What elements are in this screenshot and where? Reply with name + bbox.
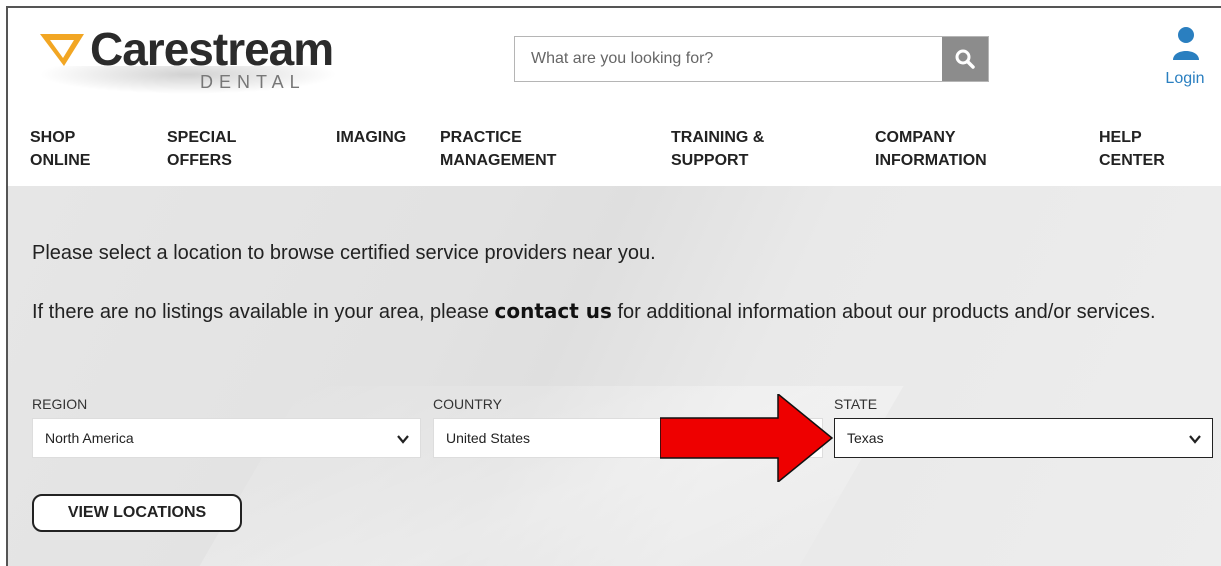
carestream-logo[interactable]: Carestream DENTAL: [38, 18, 338, 94]
region-select[interactable]: North America: [32, 418, 421, 458]
search-bar: [514, 36, 989, 82]
red-arrow-icon: [660, 394, 834, 482]
contact-us-link[interactable]: contact us: [495, 299, 612, 323]
nav-company-information[interactable]: COMPANY INFORMATION: [875, 126, 987, 172]
main-nav: SHOP ONLINE SPECIAL OFFERS IMAGING PRACT…: [0, 126, 1221, 184]
logo-mark-icon: [40, 34, 84, 66]
logo-subtext: DENTAL: [200, 72, 306, 92]
country-label: COUNTRY: [433, 396, 502, 412]
user-icon: [1173, 27, 1199, 60]
nav-training-support[interactable]: TRAINING & SUPPORT: [671, 126, 764, 172]
state-label: STATE: [834, 396, 878, 412]
nav-help-center[interactable]: HELP CENTER: [1099, 126, 1165, 172]
search-input[interactable]: [515, 37, 943, 81]
view-locations-button[interactable]: VIEW LOCATIONS: [32, 494, 242, 532]
nav-special-offers[interactable]: SPECIAL OFFERS: [167, 126, 236, 172]
nav-shop-online[interactable]: SHOP ONLINE: [30, 126, 90, 172]
intro-text: Please select a location to browse certi…: [32, 242, 656, 264]
logo-text: Carestream: [90, 23, 334, 75]
search-icon: [955, 49, 975, 69]
state-select-value: Texas: [847, 430, 884, 446]
country-select-value: United States: [446, 430, 531, 446]
search-button[interactable]: [942, 37, 988, 81]
region-label: REGION: [32, 396, 88, 412]
nav-imaging[interactable]: IMAGING: [336, 126, 406, 149]
location-selector-section: Please select a location to browse certi…: [8, 186, 1221, 566]
no-listings-text-end: for additional information about our pro…: [611, 301, 1156, 323]
chevron-down-icon: [1189, 435, 1201, 444]
login-link[interactable]: Login: [1150, 26, 1220, 96]
chevron-down-icon: [397, 435, 409, 444]
no-listings-text: If there are no listings available in yo…: [32, 296, 1212, 327]
state-select[interactable]: Texas: [834, 418, 1213, 458]
no-listings-text-start: If there are no listings available in yo…: [32, 301, 495, 323]
login-label: Login: [1165, 70, 1205, 87]
nav-practice-management[interactable]: PRACTICE MANAGEMENT: [440, 126, 556, 172]
region-select-value: North America: [45, 430, 134, 446]
